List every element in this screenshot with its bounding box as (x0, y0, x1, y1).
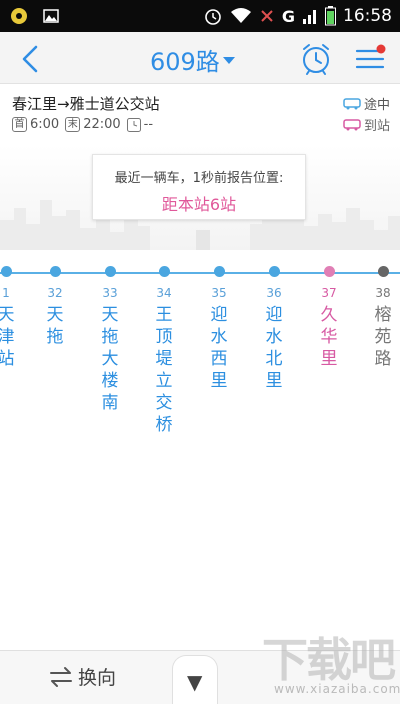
station-name: 迎水北里 (265, 305, 283, 391)
notice-distance-text: 距本站6站 (161, 195, 237, 214)
status-bar: G 16:58 (0, 0, 400, 32)
hamburger-menu-icon[interactable] (354, 44, 388, 74)
legend-arrived: 到站 (343, 114, 390, 135)
first-bus-time: 6:00 (30, 117, 60, 132)
station-name: 天拖 (46, 305, 64, 347)
battery-icon (325, 6, 336, 26)
station-dot (377, 266, 389, 277)
reverse-direction-button[interactable]: 换向 (48, 663, 116, 690)
station-name: 迎水西里 (210, 305, 228, 391)
station-dot (323, 266, 335, 277)
notice-report-text: 最近一辆车，1秒前报告位置: (114, 171, 284, 186)
station-number: 34 (156, 286, 172, 300)
station-dot (49, 266, 61, 277)
notification-dot-icon (376, 44, 386, 54)
filter-tab-button[interactable]: ▼ (172, 655, 218, 704)
last-bus-time: 22:00 (83, 117, 121, 132)
legend-arrived-label: 到站 (363, 119, 390, 134)
station-item[interactable]: 1 天津站 (0, 266, 23, 370)
station-item[interactable]: 38 榕苑路 (366, 266, 400, 370)
legend-running: 途中 (343, 93, 390, 114)
station-item[interactable]: 35 迎水西里 (202, 266, 236, 392)
station-number: 36 (266, 286, 282, 300)
station-name: 久华里 (320, 305, 338, 369)
image-icon (43, 9, 59, 23)
network-type: G (281, 6, 295, 26)
alarm-clock-icon[interactable] (300, 42, 332, 76)
app-header: 609路 (0, 32, 400, 84)
app-notification-icon (11, 8, 27, 24)
station-dot (158, 266, 170, 277)
interval-value: -- (143, 117, 154, 132)
bus-legend: 途中 到站 (343, 93, 390, 135)
route-selector[interactable]: 609路 (150, 42, 235, 77)
swap-arrows-icon (50, 666, 72, 687)
service-hours: 首 6:00 末 22:00 -- (12, 117, 153, 132)
caret-down-icon (222, 57, 235, 64)
interval-clock-icon (126, 117, 141, 132)
station-number: 1 (2, 286, 10, 300)
watermark-logo: 下载吧 (262, 633, 396, 687)
station-number: 38 (375, 286, 391, 300)
reverse-direction-label: 换向 (78, 667, 117, 689)
station-number: 32 (47, 286, 63, 300)
station-number: 35 (211, 286, 227, 300)
route-direction: 春江里→雅士道公交站 (12, 95, 160, 113)
station-item[interactable]: 36 迎水北里 (257, 266, 291, 392)
station-name: 天拖大楼南 (101, 305, 119, 413)
route-title: 609路 (150, 48, 220, 76)
nearest-bus-notice: 最近一辆车，1秒前报告位置: 距本站6站 (92, 154, 306, 220)
filter-icon: ▼ (187, 670, 203, 694)
clock-time: 16:58 (343, 6, 392, 26)
station-dot (0, 266, 12, 277)
station-item[interactable]: 33 天拖大楼南 (93, 266, 127, 414)
station-name: 天津站 (0, 305, 15, 369)
route-info: 春江里→雅士道公交站 首 6:00 末 22:00 -- 途中 到站 (0, 85, 400, 145)
station-number: 33 (102, 286, 118, 300)
station-dot (104, 266, 116, 277)
station-name: 榕苑路 (374, 305, 392, 369)
bus-arrived-icon (343, 118, 361, 130)
alarm-status-icon (205, 9, 221, 25)
station-item-current[interactable]: 37 久华里 (312, 266, 346, 370)
station-dot (213, 266, 225, 277)
station-dot (268, 266, 280, 277)
station-item[interactable]: 34 王顶堤立交桥 (147, 266, 181, 436)
station-number: 37 (321, 286, 337, 300)
station-name: 王顶堤立交桥 (155, 305, 173, 435)
bus-running-icon (343, 97, 361, 109)
no-sim-icon (261, 10, 273, 22)
last-bus-tag: 末 (65, 117, 81, 132)
watermark-url: www.xiazaiba.com (274, 682, 400, 696)
station-item[interactable]: 32 天拖 (38, 266, 72, 348)
first-bus-tag: 首 (12, 117, 27, 132)
signal-icon (303, 10, 316, 24)
legend-running-label: 途中 (363, 98, 390, 113)
back-chevron-icon[interactable] (18, 44, 44, 74)
wifi-icon (230, 8, 251, 23)
